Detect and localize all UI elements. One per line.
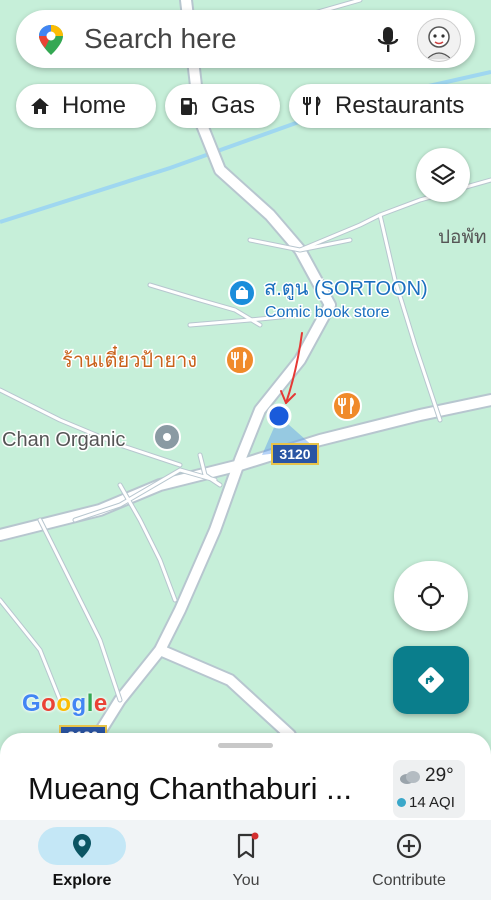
nav-explore[interactable]: Explore <box>0 820 164 900</box>
cloudy-icon <box>400 771 420 784</box>
place-pin-chan-organic[interactable] <box>153 423 181 451</box>
nav-you-label: You <box>232 872 260 889</box>
directions-icon <box>418 667 444 693</box>
mic-icon[interactable] <box>376 25 400 55</box>
my-location-button[interactable] <box>394 561 468 631</box>
bookmark-icon <box>237 832 259 859</box>
aqi-indicator <box>397 798 406 807</box>
directions-button[interactable] <box>393 646 469 714</box>
map-label-top-right: ปอพัท <box>438 227 487 248</box>
restaurant-pin[interactable] <box>332 391 362 421</box>
current-location-dot <box>266 403 292 429</box>
chip-gas-label: Gas <box>211 92 256 119</box>
gas-pump-icon <box>181 98 197 115</box>
place-label-noodle-shop[interactable]: ร้านเตี๋ยวป้ายาง <box>61 344 199 374</box>
search-bar[interactable]: Search here <box>16 10 475 68</box>
google-logo-text: Google <box>22 690 108 717</box>
chip-gas[interactable]: Gas <box>165 84 280 128</box>
google-logo: Google <box>22 690 108 718</box>
avatar-icon <box>418 19 460 61</box>
explore-pin-icon <box>73 834 91 858</box>
maps-pin-icon <box>39 25 63 55</box>
route-shield-label: 3120 <box>279 446 310 462</box>
place-category-sortoon: Comic book store <box>265 304 390 321</box>
shop-pin[interactable] <box>228 279 256 307</box>
layers-button[interactable] <box>416 148 470 202</box>
nav-explore-label: Explore <box>52 872 112 889</box>
home-icon <box>31 98 49 114</box>
place-label-chan-organic[interactable]: Chan Organic <box>1 428 127 453</box>
fork-knife-icon <box>303 96 321 115</box>
chip-home[interactable]: Home <box>16 84 156 128</box>
nav-contribute[interactable]: Contribute <box>327 820 491 900</box>
search-input[interactable]: Search here <box>84 23 237 55</box>
restaurant-pin-noodle[interactable] <box>225 345 255 375</box>
weather-temperature: 29° <box>425 765 454 786</box>
my-location-icon <box>418 583 444 609</box>
chip-home-label: Home <box>62 92 127 119</box>
chip-restaurants-label: Restaurants <box>335 92 465 119</box>
nav-contribute-label: Contribute <box>372 872 446 889</box>
sheet-drag-handle[interactable] <box>218 743 273 748</box>
place-label-sortoon[interactable]: ส.ตูน (SORTOON) <box>263 277 430 303</box>
layers-icon <box>430 163 456 186</box>
place-name[interactable]: Mueang Chanthaburi ... <box>28 771 352 807</box>
weather-aqi: 14 AQI <box>409 794 455 811</box>
profile-avatar[interactable] <box>417 18 461 62</box>
add-circle-icon <box>396 833 422 859</box>
weather-widget[interactable]: 29° 14 AQI <box>393 760 465 818</box>
nav-you[interactable]: You <box>164 820 328 900</box>
chip-restaurants[interactable]: Restaurants <box>289 84 491 128</box>
route-shield: 3120 <box>271 443 319 465</box>
bottom-navigation: Explore You Contribute <box>0 820 491 900</box>
